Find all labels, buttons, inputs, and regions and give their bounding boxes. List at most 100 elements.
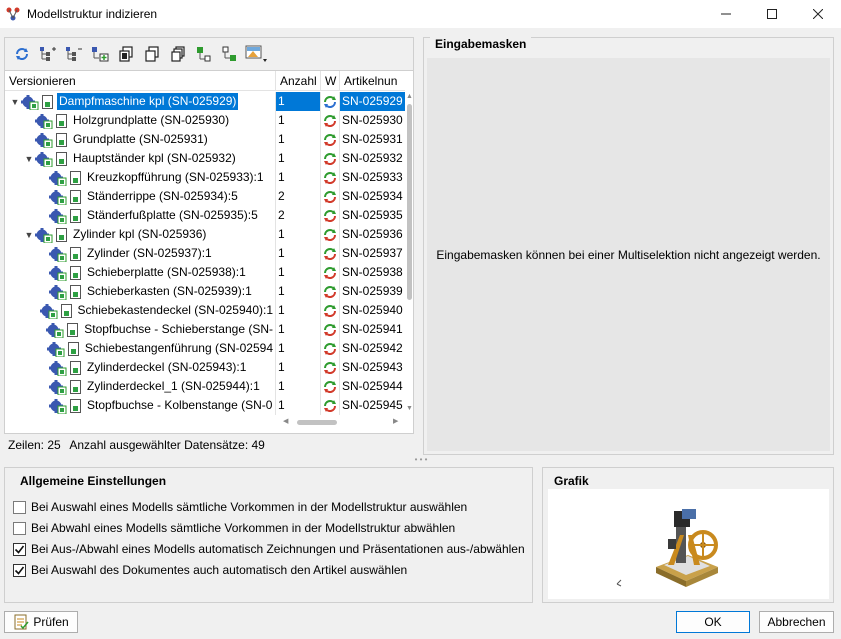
copy-all-icon[interactable]	[166, 44, 189, 64]
horizontal-scrollbar[interactable]: ◀ ▶	[281, 417, 405, 427]
tree-row[interactable]: Kreuzkopfführung (SN-025933):1 1 SN-025933	[5, 168, 405, 187]
tree-cell-quantity[interactable]: 1	[276, 92, 321, 111]
refresh-icon[interactable]	[10, 44, 33, 64]
tree-cell-article-number[interactable]: SN-025941	[340, 320, 405, 339]
option-auto-drawings[interactable]: Bei Aus-/Abwahl eines Modells automatisc…	[13, 542, 525, 556]
tree-cell-name[interactable]: ▼ Zylinder kpl (SN-025936)	[5, 225, 276, 244]
chevron-down-icon[interactable]: ▼	[9, 92, 21, 111]
status-cycle-icon[interactable]	[321, 111, 340, 130]
select-icon[interactable]	[192, 44, 215, 64]
tree-cell-article-number[interactable]: SN-025939	[340, 282, 405, 301]
tree-cell-name[interactable]: Zylinderdeckel_1 (SN-025944):1	[5, 377, 276, 396]
minimize-icon[interactable]	[703, 0, 749, 28]
option-select-all-occurrences[interactable]: Bei Auswahl eines Modells sämtliche Vork…	[13, 500, 467, 514]
tree-cell-quantity[interactable]: 1	[276, 339, 321, 358]
tree-row[interactable]: Grundplatte (SN-025931) 1 SN-025931	[5, 130, 405, 149]
column-header-anzahl[interactable]: Anzahl	[276, 71, 321, 91]
column-header-w[interactable]: W	[321, 71, 340, 91]
status-cycle-icon[interactable]	[321, 263, 340, 282]
tree-cell-name[interactable]: ▼ Dampfmaschine kpl (SN-025929)	[5, 92, 276, 111]
checkbox-auto-drawings[interactable]	[13, 542, 26, 556]
status-cycle-icon[interactable]	[321, 339, 340, 358]
tree-cell-name[interactable]: Grundplatte (SN-025931)	[5, 130, 276, 149]
checkbox-deselect-all-occurrences[interactable]	[13, 521, 26, 535]
status-cycle-icon[interactable]	[321, 130, 340, 149]
tree-cell-quantity[interactable]: 1	[276, 225, 321, 244]
chevron-down-icon[interactable]: ▼	[23, 149, 35, 168]
tree-row[interactable]: ▼ Zylinder kpl (SN-025936) 1 SN-025936	[5, 225, 405, 244]
tree-row[interactable]: Ständerfußplatte (SN-025935):5 2 SN-025935	[5, 206, 405, 225]
tree-cell-article-number[interactable]: SN-025937	[340, 244, 405, 263]
column-header-artikelnummer[interactable]: Artikelnun	[340, 71, 405, 91]
tree-cell-name[interactable]: Stopfbuchse - Kolbenstange (SN-0	[5, 396, 276, 415]
deselect-icon[interactable]	[218, 44, 241, 64]
tree-cell-article-number[interactable]: SN-025942	[340, 339, 405, 358]
tree-cell-name[interactable]: Ständerrippe (SN-025934):5	[5, 187, 276, 206]
chevron-down-icon[interactable]: ▼	[23, 225, 35, 244]
tree-row[interactable]: Zylinderdeckel (SN-025943):1 1 SN-025943	[5, 358, 405, 377]
tree-cell-quantity[interactable]: 1	[276, 244, 321, 263]
scroll-up-icon[interactable]: ▲	[405, 92, 413, 102]
status-cycle-icon[interactable]	[321, 168, 340, 187]
tree-cell-article-number[interactable]: SN-025945	[340, 396, 405, 415]
tree-row[interactable]: ▼ Hauptständer kpl (SN-025932) 1 SN-025932	[5, 149, 405, 168]
status-cycle-icon[interactable]	[321, 320, 340, 339]
tree-row[interactable]: ▼ Dampfmaschine kpl (SN-025929) 1 SN-025929	[5, 92, 405, 111]
tree-cell-name[interactable]: Schieberkasten (SN-025939):1	[5, 282, 276, 301]
check-button[interactable]: Prüfen	[4, 611, 78, 633]
splitter-handle[interactable]: • • •	[410, 456, 432, 464]
tree-cell-quantity[interactable]: 1	[276, 396, 321, 415]
status-cycle-icon[interactable]	[321, 377, 340, 396]
option-auto-article[interactable]: Bei Auswahl des Dokumentes auch automati…	[13, 563, 407, 577]
ok-button[interactable]: OK	[676, 611, 750, 633]
expand-tree-icon[interactable]	[36, 44, 59, 64]
tree-row[interactable]: Ständerrippe (SN-025934):5 2 SN-025934	[5, 187, 405, 206]
status-cycle-icon[interactable]	[321, 187, 340, 206]
tree-cell-quantity[interactable]: 1	[276, 282, 321, 301]
model-structure-tree[interactable]: Versionieren Anzahl W Artikelnun ▼ Dampfm…	[4, 70, 414, 434]
tree-cell-name[interactable]: Schiebekastendeckel (SN-025940):1	[5, 301, 276, 320]
tree-cell-name[interactable]: Ständerfußplatte (SN-025935):5	[5, 206, 276, 225]
tree-row[interactable]: Stopfbuchse - Schieberstange (SN- 1 SN-025…	[5, 320, 405, 339]
scroll-right-icon[interactable]: ▶	[393, 417, 398, 425]
tree-row[interactable]: Zylinder (SN-025937):1 1 SN-025937	[5, 244, 405, 263]
checkbox-select-all-occurrences[interactable]	[13, 500, 26, 514]
tree-cell-quantity[interactable]: 1	[276, 168, 321, 187]
status-cycle-icon[interactable]	[321, 301, 340, 320]
tree-cell-article-number[interactable]: SN-025944	[340, 377, 405, 396]
tree-cell-name[interactable]: Stopfbuchse - Schieberstange (SN-	[5, 320, 276, 339]
tree-cell-name[interactable]: Holzgrundplatte (SN-025930)	[5, 111, 276, 130]
tree-cell-article-number[interactable]: SN-025935	[340, 206, 405, 225]
tree-cell-article-number[interactable]: SN-025933	[340, 168, 405, 187]
vertical-scrollbar[interactable]: ▲ ▼	[405, 92, 413, 414]
tree-cell-quantity[interactable]: 1	[276, 358, 321, 377]
tree-cell-name[interactable]: Schieberplatte (SN-025938):1	[5, 263, 276, 282]
tree-row[interactable]: Zylinderdeckel_1 (SN-025944):1 1 SN-025944	[5, 377, 405, 396]
option-deselect-all-occurrences[interactable]: Bei Abwahl eines Modells sämtliche Vorko…	[13, 521, 455, 535]
tree-cell-article-number[interactable]: SN-025929	[340, 92, 405, 111]
status-cycle-icon[interactable]	[321, 282, 340, 301]
column-header-versionieren[interactable]: Versionieren	[5, 71, 276, 91]
tree-cell-name[interactable]: Zylinder (SN-025937):1	[5, 244, 276, 263]
tree-cell-quantity[interactable]: 1	[276, 263, 321, 282]
status-cycle-icon[interactable]	[321, 244, 340, 263]
scroll-left-icon[interactable]: ◀	[283, 417, 288, 425]
tree-cell-name[interactable]: Zylinderdeckel (SN-025943):1	[5, 358, 276, 377]
add-item-icon[interactable]	[88, 44, 111, 64]
status-cycle-icon[interactable]	[321, 206, 340, 225]
tree-cell-article-number[interactable]: SN-025931	[340, 130, 405, 149]
tree-cell-article-number[interactable]: SN-025930	[340, 111, 405, 130]
image-dropdown-icon[interactable]	[244, 44, 270, 64]
tree-cell-quantity[interactable]: 1	[276, 301, 321, 320]
tree-cell-name[interactable]: ▼ Hauptständer kpl (SN-025932)	[5, 149, 276, 168]
collapse-tree-icon[interactable]	[62, 44, 85, 64]
copy-icon[interactable]	[140, 44, 163, 64]
h-scrollbar-thumb[interactable]	[297, 420, 337, 425]
scroll-down-icon[interactable]: ▼	[405, 404, 413, 414]
tree-cell-name[interactable]: Schiebestangenführung (SN-02594	[5, 339, 276, 358]
status-cycle-icon[interactable]	[321, 396, 340, 415]
tree-row[interactable]: Schiebekastendeckel (SN-025940):1 1 SN-025…	[5, 301, 405, 320]
tree-cell-quantity[interactable]: 1	[276, 149, 321, 168]
status-partial-icon[interactable]	[321, 92, 340, 111]
tree-cell-quantity[interactable]: 2	[276, 206, 321, 225]
